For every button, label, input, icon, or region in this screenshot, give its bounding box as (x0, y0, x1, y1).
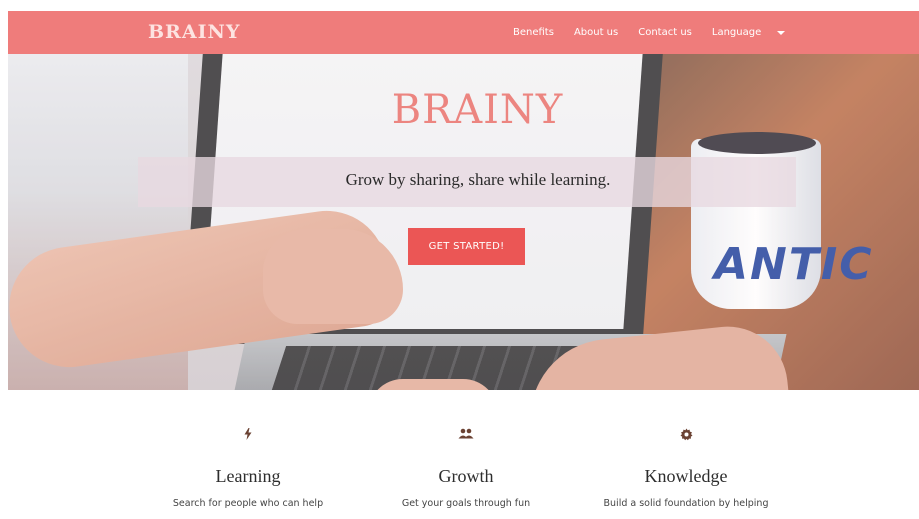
people-icon (356, 428, 576, 442)
gear-icon (576, 428, 796, 442)
language-label: Language (711, 27, 762, 38)
landing-page: BRAINY Benefits About us Contact us Lang… (0, 0, 919, 519)
feature-learning: Learning Search for people who can help (138, 428, 358, 509)
hero-banner: ANTIC BRAINY Grow by sharing, share whil… (8, 54, 919, 390)
brand-logo[interactable]: BRAINY (148, 21, 240, 43)
nav-link-about-us[interactable]: About us (574, 27, 618, 38)
nav-links: Benefits About us Contact us Language (513, 11, 786, 54)
bolt-icon (138, 428, 358, 442)
language-dropdown[interactable]: Language (711, 27, 786, 38)
top-navbar: BRAINY Benefits About us Contact us Lang… (8, 11, 919, 54)
feature-title: Knowledge (644, 466, 728, 486)
nav-link-benefits[interactable]: Benefits (513, 27, 554, 38)
get-started-button[interactable]: GET STARTED! (408, 228, 525, 265)
hero-tagline: Grow by sharing, share while learning. (345, 170, 611, 189)
feature-description: Build a solid foundation by helping (603, 498, 769, 509)
feature-description: Search for people who can help (172, 498, 324, 509)
feature-growth: Growth Get your goals through fun (356, 428, 576, 509)
feature-title: Growth (438, 466, 494, 486)
hero-title: BRAINY (391, 87, 564, 133)
feature-knowledge: Knowledge Build a solid foundation by he… (576, 428, 796, 509)
feature-description: Get your goals through fun (401, 498, 531, 509)
nav-link-contact-us[interactable]: Contact us (638, 27, 692, 38)
caret-down-icon (777, 30, 786, 35)
feature-title: Learning (215, 466, 281, 486)
